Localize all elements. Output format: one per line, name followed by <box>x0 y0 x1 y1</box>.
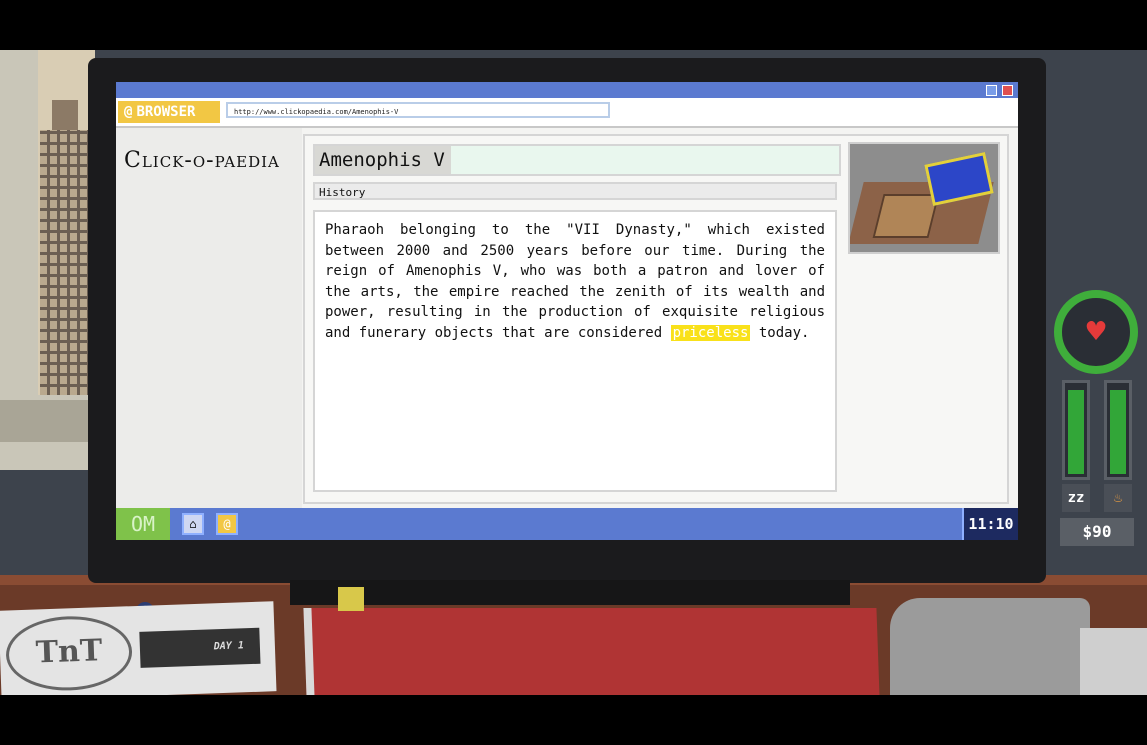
window-sill <box>0 400 90 442</box>
red-notebook[interactable] <box>303 608 880 695</box>
newspaper[interactable]: TnT DAY 1 <box>0 601 277 695</box>
heart-icon: ♥ <box>1084 317 1108 347</box>
taskbar-clock: 11:10 <box>962 508 1018 540</box>
browser-icon: @ <box>124 104 133 120</box>
article-category: History <box>313 182 837 200</box>
sleep-meter <box>1062 380 1090 480</box>
article-panel: Amenophis V History Pharaoh belonging to… <box>303 134 1009 540</box>
article-title-box: Amenophis V <box>313 144 841 176</box>
game-scene: ⏻ @BROWSER http://www.clickopaedia.com/A… <box>0 50 1147 695</box>
taskbar: OM ⌂ @ 11:10 <box>116 508 1018 540</box>
newspaper-day: DAY 1 <box>139 627 261 668</box>
health-ring: ♥ <box>1054 290 1138 374</box>
drumstick-icon: ♨ <box>1104 484 1132 512</box>
room-window <box>0 50 95 470</box>
highlighted-word[interactable]: priceless <box>670 324 751 341</box>
phone-keypad <box>1080 628 1147 695</box>
window-titlebar <box>116 82 1018 98</box>
food-meter-fill <box>1110 390 1126 474</box>
browser-toolbar: @ BROWSER http://www.clickopaedia.com/Ame… <box>116 98 1018 128</box>
city-building <box>40 130 95 395</box>
minimize-button[interactable] <box>986 85 997 96</box>
food-meter <box>1104 380 1132 480</box>
sarcophagus-lid <box>872 194 940 238</box>
start-button[interactable]: OM <box>116 508 170 540</box>
close-button[interactable] <box>1002 85 1013 96</box>
article-body: Pharaoh belonging to the "VII Dynasty," … <box>313 210 837 492</box>
newspaper-logo: TnT <box>4 614 134 693</box>
computer-screen: @ BROWSER http://www.clickopaedia.com/Ame… <box>116 82 1018 540</box>
sleep-meter-fill <box>1068 390 1084 474</box>
browser-label: @ BROWSER <box>118 101 220 123</box>
water-tower <box>52 100 78 130</box>
browser-app-icon[interactable]: @ <box>216 513 238 535</box>
money-display: $90 <box>1060 518 1134 546</box>
article-title: Amenophis V <box>315 146 451 174</box>
url-field[interactable]: http://www.clickopaedia.com/Amenophis-V <box>226 102 610 118</box>
home-app-icon[interactable]: ⌂ <box>182 513 204 535</box>
monitor-stand <box>290 580 850 605</box>
site-logo[interactable]: Click-o-paedia <box>124 148 280 173</box>
telephone[interactable] <box>890 598 1090 695</box>
article-image <box>848 142 1000 254</box>
site-sidebar: Click-o-paedia <box>116 128 302 508</box>
notebook-bookmark <box>338 587 364 611</box>
sleep-icon: zz <box>1062 484 1090 512</box>
article-text: Pharaoh belonging to the "VII Dynasty," … <box>325 222 825 341</box>
browser-label-text: BROWSER <box>136 104 196 120</box>
article-text-end: today. <box>750 324 810 341</box>
